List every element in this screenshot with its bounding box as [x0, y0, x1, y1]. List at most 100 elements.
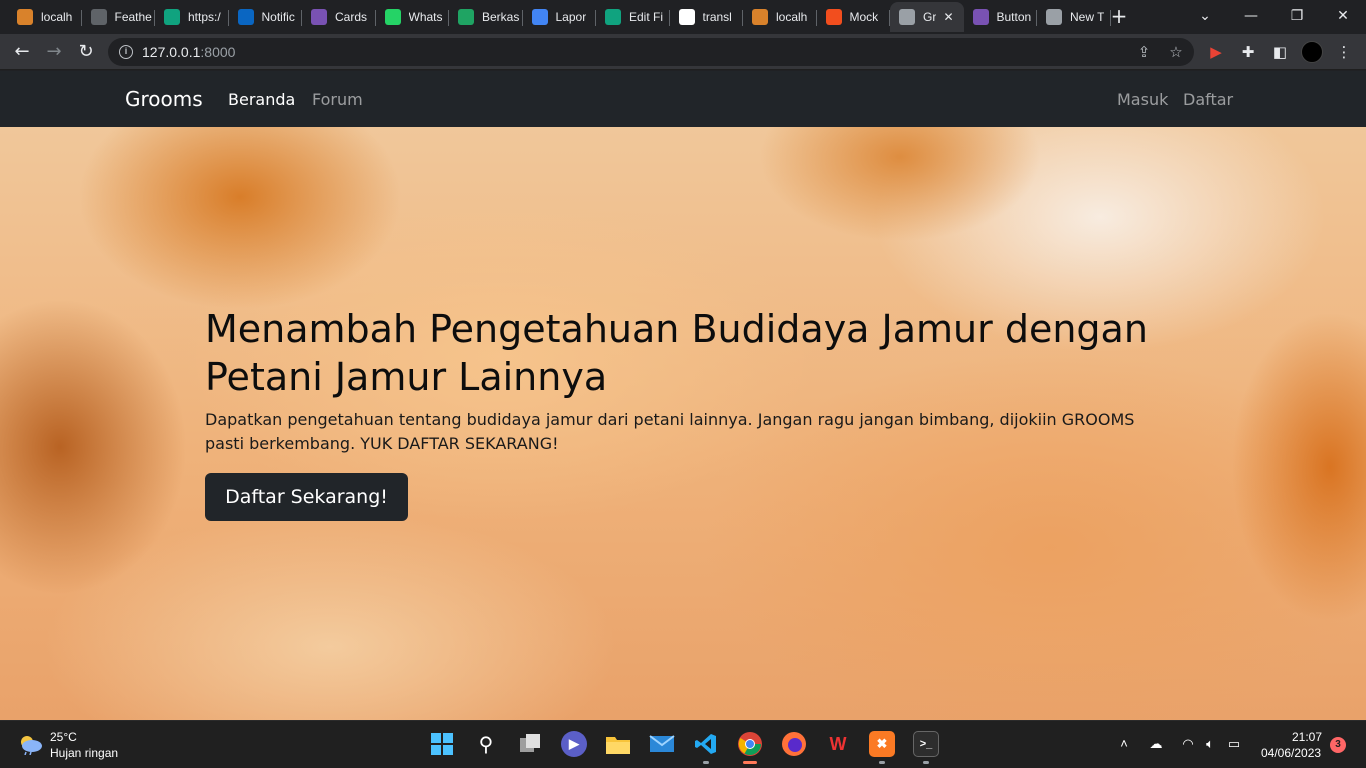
extensions-puzzle-icon[interactable]: ✚ [1238, 42, 1258, 62]
google-drive-icon [458, 9, 474, 25]
xampp-icon[interactable]: ✖ [869, 731, 895, 757]
browser-tab[interactable]: Whats [376, 2, 449, 32]
browser-tab-title: New T [1070, 10, 1105, 24]
chatgpt-icon [164, 9, 180, 25]
wifi-icon[interactable]: ◠ [1178, 735, 1198, 753]
bookmark-star-icon[interactable]: ☆ [1167, 43, 1185, 61]
weather-rain-icon[interactable] [16, 733, 44, 756]
mail-icon[interactable] [649, 731, 675, 757]
browser-tab[interactable]: localh [8, 2, 82, 32]
site-navbar: Grooms Beranda Forum Masuk Daftar [0, 71, 1366, 127]
clock-date[interactable]: 04/06/2023 [1261, 746, 1321, 760]
maximize-button[interactable]: ❐ [1274, 0, 1320, 32]
browser-tab[interactable]: Edit Fi [596, 2, 670, 32]
extension-icon[interactable]: ▶ [1206, 42, 1226, 62]
browser-tab[interactable]: Lapor [523, 2, 596, 32]
address-url[interactable]: 127.0.0.1:8000 [142, 44, 235, 60]
figma-icon [825, 9, 842, 25]
bootstrap-icon [972, 9, 989, 25]
address-bar[interactable]: i 127.0.0.1:8000 ⇪ ☆ [108, 38, 1194, 66]
battery-icon[interactable]: ▭ [1224, 735, 1244, 753]
browser-tab-title: localh [41, 10, 73, 24]
nav-link-daftar[interactable]: Daftar [1183, 90, 1233, 109]
browser-tab[interactable]: https:/ [155, 2, 229, 32]
show-hidden-icons-chevron-icon[interactable]: ˄ [1114, 735, 1134, 753]
notification-badge[interactable]: 3 [1330, 737, 1346, 753]
browser-tab[interactable]: New T [1037, 2, 1111, 32]
terminal-icon[interactable]: >_ [913, 731, 939, 757]
share-icon[interactable]: ⇪ [1135, 43, 1153, 61]
chrome-icon[interactable] [737, 731, 763, 757]
browser-tab-title: Cards [335, 10, 368, 24]
globe-icon [899, 9, 915, 25]
task-view-icon[interactable] [517, 731, 543, 757]
menu-kebab-icon[interactable]: ⋮ [1334, 42, 1354, 62]
profile-avatar[interactable] [1301, 41, 1323, 63]
chatgpt-icon [605, 9, 621, 25]
tab-close-icon[interactable]: ✕ [942, 10, 956, 24]
brand-logo[interactable]: Grooms [125, 87, 203, 111]
chrome-icon [1046, 9, 1062, 25]
browser-tab-title: Edit Fi [629, 10, 664, 24]
clock-time[interactable]: 21:07 [1292, 730, 1322, 744]
hero-description: Dapatkan pengetahuan tentang budidaya ja… [205, 410, 1135, 453]
nav-link-forum[interactable]: Forum [312, 90, 363, 109]
browser-tab[interactable]: Feathe [82, 2, 155, 32]
back-button[interactable]: ← [10, 40, 34, 64]
xampp-icon [752, 9, 768, 25]
close-window-button[interactable]: ✕ [1320, 0, 1366, 32]
browser-tab-title: Notific [261, 10, 295, 24]
linkedin-icon [237, 9, 254, 25]
bootstrap-icon [311, 9, 327, 25]
google-icon [678, 9, 695, 25]
register-now-button[interactable]: Daftar Sekarang! [205, 473, 408, 521]
browser-tab[interactable]: Cards [302, 2, 376, 32]
browser-tab-title: Feathe [114, 10, 152, 24]
browser-toolbar: ← → ↻ i 127.0.0.1:8000 ⇪ ☆ ▶ ✚ ◧ ⋮ [0, 34, 1366, 70]
forward-button[interactable]: → [42, 40, 66, 64]
site-info-icon[interactable]: i [119, 45, 133, 59]
terminal-running-indicator [923, 761, 929, 764]
browser-tab-title: Whats [408, 10, 443, 24]
hero-title: Menambah Pengetahuan Budidaya Jamur deng… [205, 307, 1148, 399]
weather-description[interactable]: Hujan ringan [50, 746, 118, 760]
windows-taskbar: 25°C Hujan ringan ⚲ ▶ W ✖ >_ ˄ ☁ ◠ 🔈︎ ▭ … [0, 720, 1366, 768]
browser-tab[interactable]: Mock [817, 2, 890, 32]
nav-link-masuk[interactable]: Masuk [1117, 90, 1168, 109]
browser-tab-title: Mock [849, 10, 879, 24]
wps-office-icon[interactable]: W [825, 731, 851, 757]
browser-tab[interactable]: Button [964, 2, 1037, 32]
feather-icon [90, 9, 107, 25]
vscode-icon[interactable] [693, 731, 719, 757]
teams-chat-icon[interactable]: ▶ [561, 731, 587, 757]
browser-tab[interactable]: Notific [229, 2, 302, 32]
browser-tab[interactable]: transl [670, 2, 743, 32]
reload-button[interactable]: ↻ [74, 40, 98, 64]
tab-search-button[interactable]: ⌄ [1182, 0, 1228, 32]
file-explorer-icon[interactable] [605, 731, 631, 757]
browser-tab[interactable]: Berkas [449, 2, 523, 32]
whatsapp-icon [384, 9, 401, 25]
new-tab-button[interactable]: + [1108, 6, 1130, 28]
xampp-running-indicator [879, 761, 885, 764]
windows-start-icon[interactable] [429, 731, 455, 757]
weather-temperature[interactable]: 25°C [50, 730, 77, 744]
hero-section: Menambah Pengetahuan Budidaya Jamur deng… [0, 127, 1366, 720]
chrome-active-indicator [743, 761, 757, 764]
search-icon[interactable]: ⚲ [473, 731, 499, 757]
side-panel-icon[interactable]: ◧ [1270, 42, 1290, 62]
firefox-icon[interactable] [781, 731, 807, 757]
minimize-button[interactable]: — [1228, 0, 1274, 32]
browser-tab-title: Lapor [555, 10, 587, 24]
browser-tab[interactable]: localh [743, 2, 817, 32]
browser-tab-title: Berkas [482, 10, 520, 24]
browser-tab-title: localh [776, 10, 808, 24]
browser-tab-title: transl [702, 10, 732, 24]
browser-tab-title: Gr [923, 10, 937, 24]
browser-tab[interactable]: Gr ✕ [890, 2, 964, 32]
vscode-running-indicator [703, 761, 709, 764]
nav-link-beranda[interactable]: Beranda [228, 90, 295, 109]
volume-icon[interactable]: 🔈︎ [1200, 735, 1220, 753]
onedrive-cloud-icon[interactable]: ☁ [1146, 735, 1166, 753]
browser-tab-title: Button [996, 10, 1032, 24]
